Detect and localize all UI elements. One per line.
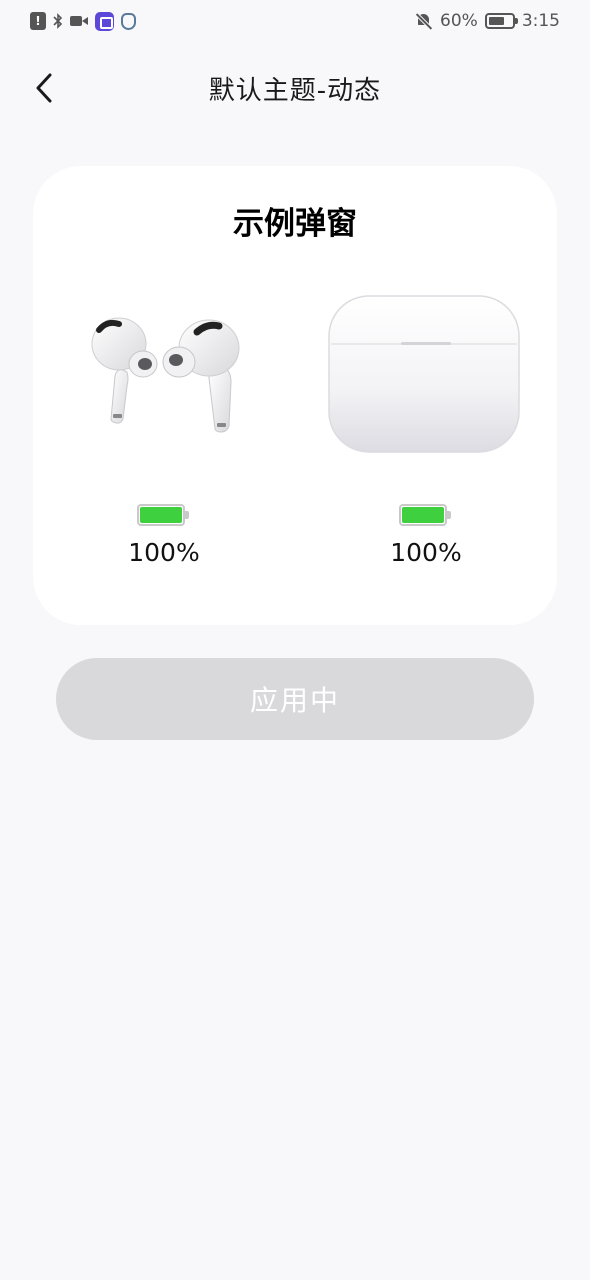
- chevron-left-icon: [36, 73, 52, 103]
- popup-title: 示例弹窗: [233, 206, 357, 242]
- back-button[interactable]: [22, 66, 66, 110]
- earbuds-panel: 100%: [33, 286, 295, 586]
- case-battery-fill: [402, 507, 444, 523]
- popup-preview-card: 示例弹窗 100% 100%: [33, 166, 557, 625]
- earbuds-battery-fill: [140, 507, 182, 523]
- app-icon: [95, 11, 114, 31]
- charging-case-image: [328, 295, 520, 453]
- earbuds-battery-icon: [137, 504, 189, 526]
- nav-bar: 默认主题-动态: [0, 58, 590, 118]
- status-bar-left: !: [30, 11, 136, 31]
- status-bar: ! 60% 3:15: [0, 0, 590, 42]
- bluetooth-icon: [53, 13, 63, 29]
- case-panel: 100%: [295, 286, 557, 586]
- case-battery-icon: [399, 504, 451, 526]
- battery-icon: [484, 13, 518, 29]
- bell-off-icon: [415, 12, 433, 30]
- page-title: 默认主题-动态: [208, 75, 382, 106]
- earbuds-battery-percent: 100%: [128, 538, 200, 567]
- case-battery-percent: 100%: [390, 538, 462, 567]
- apply-button[interactable]: 应用中: [56, 658, 534, 740]
- battery-percent: 60%: [440, 11, 478, 31]
- video-icon: [70, 15, 88, 27]
- earbuds-image: [91, 317, 240, 433]
- shield-icon: [121, 12, 136, 30]
- clock: 3:15: [521, 11, 560, 31]
- status-bar-right: 60% 3:15: [415, 11, 560, 31]
- alert-icon: !: [30, 12, 46, 30]
